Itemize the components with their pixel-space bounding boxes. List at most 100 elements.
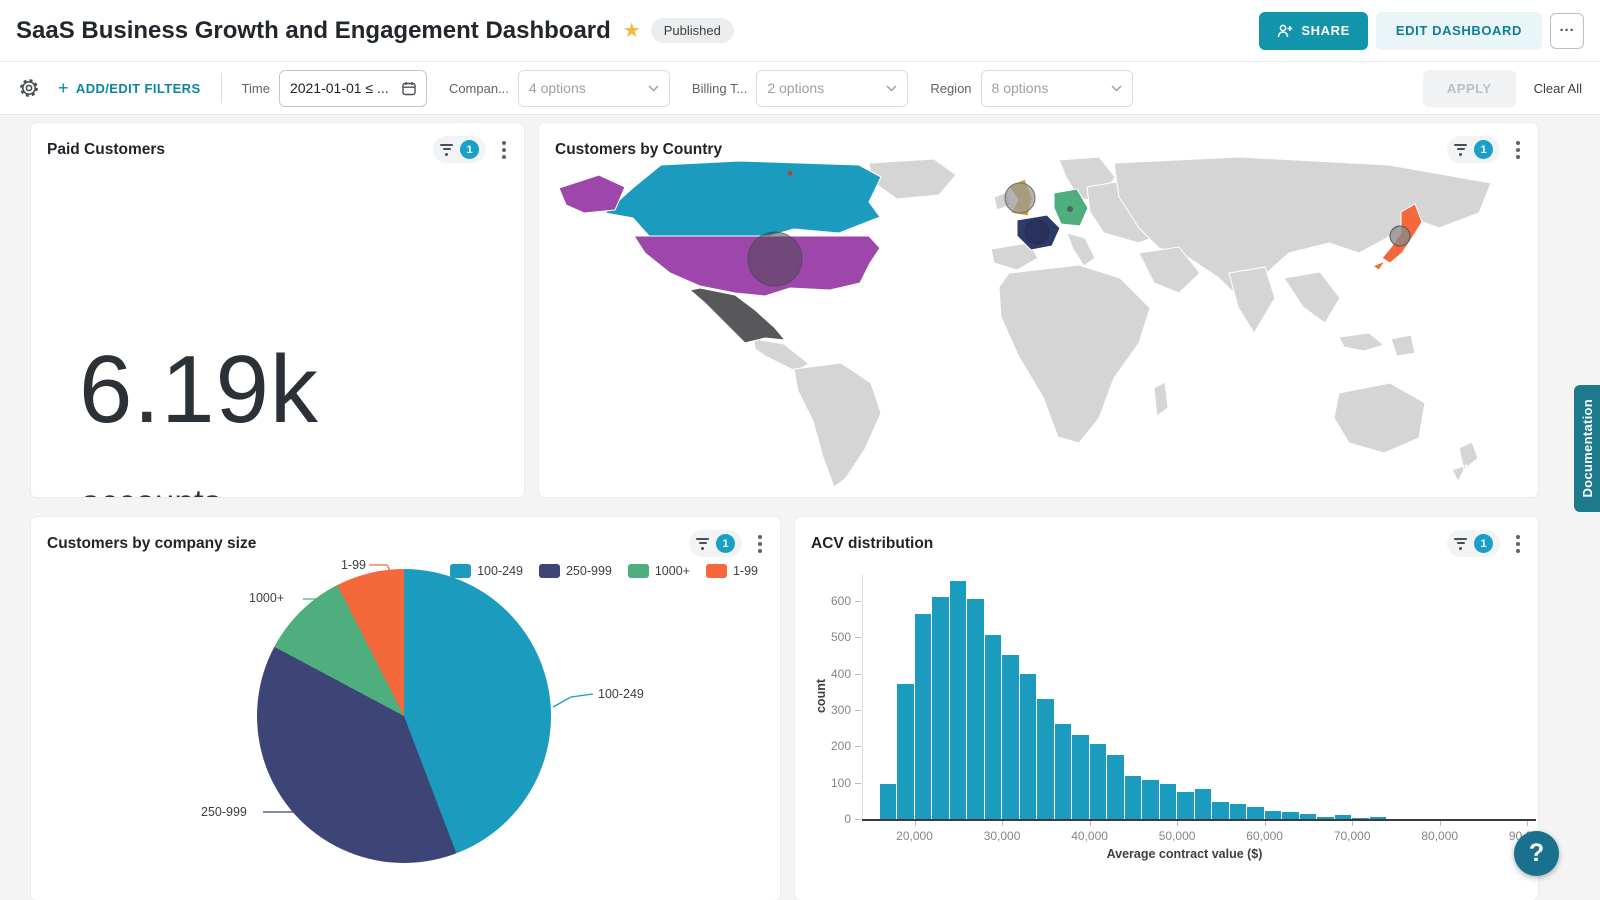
apply-button[interactable]: APPLY: [1423, 70, 1516, 107]
widget-menu-button[interactable]: [756, 533, 764, 555]
pie-chart[interactable]: [257, 569, 551, 863]
more-options-button[interactable]: ···: [1550, 13, 1584, 49]
x-tick-label: 60,000: [1235, 829, 1295, 843]
widget-title: Customers by Country: [555, 141, 722, 159]
map-new-zealand: [1452, 442, 1478, 481]
filter-funnel-icon: [1454, 144, 1467, 156]
widget-filter-button[interactable]: 1: [433, 136, 486, 163]
y-tick-label: 600: [809, 594, 851, 608]
pie-callout-250-999: 250-999: [201, 805, 247, 819]
hist-bar[interactable]: [1247, 807, 1264, 819]
hist-bar[interactable]: [985, 635, 1002, 819]
hist-bar[interactable]: [1072, 735, 1089, 819]
help-button[interactable]: ?: [1514, 831, 1559, 876]
hist-bar[interactable]: [1020, 674, 1037, 819]
hist-bar[interactable]: [1212, 802, 1229, 819]
x-tick-label: 30,000: [972, 829, 1032, 843]
map-alaska: [559, 175, 625, 213]
widget-filter-button[interactable]: 1: [1447, 136, 1500, 163]
pie-callout-1000plus: 1000+: [249, 591, 284, 605]
calendar-icon: [402, 81, 416, 96]
hist-bar[interactable]: [950, 581, 967, 819]
favorite-star-icon[interactable]: ★: [623, 18, 641, 43]
add-edit-filters-button[interactable]: + ADD/EDIT FILTERS: [58, 78, 201, 99]
usa-bubble: [748, 232, 802, 286]
histogram-x-axis-label: Average contract value ($): [813, 847, 1538, 861]
hist-bar[interactable]: [1282, 812, 1299, 819]
widget-menu-button[interactable]: [1514, 533, 1522, 555]
hist-bar[interactable]: [1055, 724, 1072, 819]
hist-bar[interactable]: [1230, 804, 1247, 819]
hist-bar[interactable]: [897, 684, 914, 819]
billing-filter-label: Billing T...: [692, 81, 747, 96]
hist-bar[interactable]: [1107, 755, 1124, 819]
widget-filter-button[interactable]: 1: [1447, 530, 1500, 557]
hist-bar[interactable]: [1160, 784, 1177, 819]
share-button-label: SHARE: [1301, 23, 1350, 38]
widget-menu-button[interactable]: [1514, 139, 1522, 161]
histogram-chart[interactable]: count Average contract value ($) 0100200…: [795, 517, 1538, 900]
hist-bar[interactable]: [967, 599, 984, 819]
hist-bar[interactable]: [915, 614, 932, 819]
plus-icon: +: [58, 78, 69, 99]
app-header: SaaS Business Growth and Engagement Dash…: [0, 0, 1600, 62]
france-bubble: [1025, 220, 1049, 244]
hist-bar[interactable]: [1002, 655, 1019, 819]
hist-bar[interactable]: [1300, 814, 1317, 819]
y-tick-mark: [855, 819, 861, 820]
hist-bar[interactable]: [1125, 776, 1142, 819]
widget-paid-customers: Paid Customers 1 6.19k accounts: [31, 123, 524, 497]
hist-bar[interactable]: [1370, 817, 1387, 819]
hist-bar[interactable]: [1090, 744, 1107, 819]
time-filter-input[interactable]: 2021-01-01 ≤ ...: [279, 70, 427, 107]
company-filter-select[interactable]: 4 options: [518, 70, 670, 107]
germany-dot: [1067, 206, 1073, 212]
legend-label: 250-999: [566, 564, 612, 578]
share-button[interactable]: SHARE: [1259, 12, 1368, 50]
clear-all-button[interactable]: Clear All: [1534, 81, 1582, 96]
legend-item[interactable]: 250-999: [539, 564, 612, 578]
hist-bar[interactable]: [1142, 780, 1159, 819]
y-tick-mark: [855, 746, 861, 747]
billing-filter-select[interactable]: 2 options: [756, 70, 908, 107]
legend-item[interactable]: 100-249: [450, 564, 523, 578]
hist-bar[interactable]: [1265, 811, 1282, 819]
filter-group-region: Region 8 options: [930, 70, 1132, 107]
y-tick-mark: [855, 637, 861, 638]
map-indonesia: [1339, 333, 1384, 351]
documentation-tab[interactable]: Documentation: [1574, 385, 1600, 512]
share-person-icon: [1277, 24, 1293, 38]
world-map[interactable]: [539, 157, 1538, 487]
time-filter-label: Time: [242, 81, 270, 96]
edit-dashboard-button[interactable]: EDIT DASHBOARD: [1376, 12, 1542, 50]
x-axis-line: [862, 819, 1536, 821]
company-filter-value: 4 options: [529, 80, 648, 96]
hist-bar[interactable]: [1335, 815, 1352, 819]
legend-item[interactable]: 1-99: [706, 564, 758, 578]
hist-bar[interactable]: [1195, 789, 1212, 819]
x-tick-label: 20,000: [885, 829, 945, 843]
documentation-tab-label: Documentation: [1580, 399, 1595, 498]
widget-filter-button[interactable]: 1: [689, 530, 742, 557]
widget-customers-by-country: Customers by Country 1: [539, 123, 1538, 497]
region-filter-select[interactable]: 8 options: [981, 70, 1133, 107]
divider: [221, 73, 222, 103]
hist-bar[interactable]: [1037, 699, 1054, 819]
filter-bar: + ADD/EDIT FILTERS Time 2021-01-01 ≤ ...…: [0, 62, 1600, 115]
legend-item[interactable]: 1000+: [628, 564, 690, 578]
x-tick-mark: [1265, 821, 1266, 826]
hist-bar[interactable]: [1177, 792, 1194, 819]
map-australia: [1334, 383, 1425, 453]
widget-menu-button[interactable]: [500, 139, 508, 161]
legend-swatch: [450, 564, 471, 578]
hist-bar[interactable]: [880, 784, 897, 819]
hist-bar[interactable]: [1352, 818, 1369, 819]
pie-callout-100-249: 100-249: [598, 687, 644, 701]
filter-group-company: Compan... 4 options: [449, 70, 670, 107]
region-filter-label: Region: [930, 81, 971, 96]
map-madagascar: [1154, 382, 1168, 416]
widget-title: ACV distribution: [811, 535, 933, 553]
hist-bar[interactable]: [1317, 817, 1334, 819]
filter-settings-gear-icon[interactable]: [18, 77, 40, 99]
hist-bar[interactable]: [932, 597, 949, 819]
